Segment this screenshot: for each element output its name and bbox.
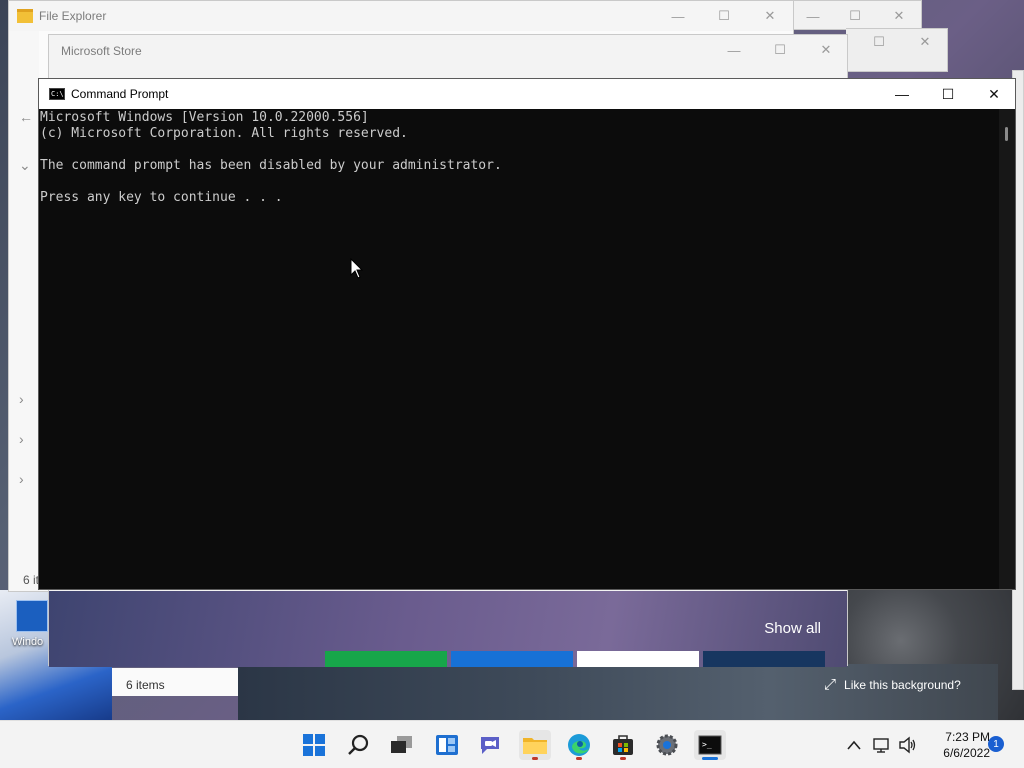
like-background-label: Like this background?: [844, 677, 961, 692]
network-icon: [873, 738, 889, 753]
windows-logo-icon: [303, 734, 325, 756]
minimize-button[interactable]: —: [879, 79, 925, 109]
item-count: 6 items: [112, 668, 238, 696]
chevron-right-icon[interactable]: ›: [19, 471, 24, 487]
running-indicator: [620, 757, 626, 760]
mouse-cursor-icon: [350, 258, 364, 279]
console-line: Press any key to continue . . .: [40, 190, 283, 205]
desktop-app-icon: [16, 600, 48, 632]
maximize-button[interactable]: ☐: [925, 79, 971, 109]
like-background-link[interactable]: ⤢ Like this background?: [824, 676, 961, 693]
window-title: Microsoft Store: [61, 44, 142, 58]
desktop-icon[interactable]: Windo: [12, 600, 52, 660]
running-indicator: [532, 757, 538, 760]
widgets-button[interactable]: [431, 730, 463, 760]
close-button[interactable]: ✕: [747, 1, 793, 31]
notification-badge[interactable]: 1: [988, 736, 1004, 752]
item-count: 6 it: [23, 573, 40, 587]
clock-time: 7:23 PM: [945, 730, 990, 744]
window-title: Command Prompt: [71, 87, 169, 101]
clock-date: 6/6/2022: [943, 746, 990, 760]
minimize-button[interactable]: —: [655, 1, 701, 31]
folder-icon: [17, 9, 33, 23]
task-view-button[interactable]: [386, 730, 418, 760]
store-taskbar-button[interactable]: [607, 730, 639, 760]
settings-taskbar-button[interactable]: [651, 730, 683, 760]
back-arrow-icon[interactable]: ←: [19, 109, 33, 125]
network-button[interactable]: [872, 721, 892, 768]
task-view-icon: [391, 736, 412, 753]
minimize-button[interactable]: —: [790, 1, 836, 31]
cmd-titlebar[interactable]: C:\ Command Prompt: [39, 79, 1015, 109]
edge-icon: [568, 734, 590, 756]
background-window[interactable]: ☐ ✕: [846, 28, 948, 72]
console-output[interactable]: Microsoft Windows [Version 10.0.22000.55…: [39, 109, 999, 589]
store-banner: Show all: [49, 591, 847, 667]
app-tile[interactable]: [325, 651, 447, 667]
console-line: (c) Microsoft Corporation. All rights re…: [40, 126, 408, 141]
taskbar: >_ 7:23 PM 6/6/2022: [0, 720, 1024, 768]
gear-icon: [656, 734, 678, 756]
chat-button[interactable]: [474, 730, 506, 760]
app-tile[interactable]: [577, 651, 699, 667]
close-button[interactable]: ✕: [902, 27, 948, 57]
show-hidden-icons-button[interactable]: [846, 721, 862, 768]
running-indicator: [576, 757, 582, 760]
close-button[interactable]: ✕: [803, 35, 849, 65]
chat-icon: [481, 737, 499, 754]
svg-text:>_: >_: [702, 740, 712, 749]
background-window[interactable]: — ☐ ✕: [790, 0, 922, 30]
app-tile[interactable]: [703, 651, 825, 667]
close-button[interactable]: ✕: [971, 79, 1017, 109]
vertical-scrollbar[interactable]: [999, 109, 1015, 589]
edge-taskbar-button[interactable]: [563, 730, 595, 760]
volume-button[interactable]: [898, 721, 918, 768]
maximize-button[interactable]: ☐: [856, 27, 902, 57]
chevron-right-icon[interactable]: ›: [19, 391, 24, 407]
window-title: File Explorer: [39, 9, 107, 23]
minimize-button[interactable]: —: [711, 35, 757, 65]
search-button[interactable]: [343, 730, 375, 760]
widgets-icon: [436, 735, 458, 755]
active-indicator: [702, 757, 718, 760]
store-icon: [613, 735, 633, 755]
maximize-button[interactable]: ☐: [701, 1, 747, 31]
navigation-pane: ← ⌄ › › ›: [9, 31, 39, 591]
chevron-down-icon[interactable]: ⌄: [19, 157, 31, 174]
terminal-icon: C:\: [49, 88, 65, 100]
search-icon: [348, 734, 369, 755]
volume-icon: [899, 736, 916, 754]
expand-icon: ⤢: [824, 676, 837, 693]
console-line: Microsoft Windows [Version 10.0.22000.55…: [40, 110, 369, 125]
system-clock[interactable]: 7:23 PM 6/6/2022: [920, 729, 990, 761]
command-prompt-taskbar-button[interactable]: >_: [694, 730, 726, 760]
command-prompt-window[interactable]: C:\ Command Prompt — ☐ ✕ Microsoft Windo…: [38, 78, 1016, 590]
file-explorer-taskbar-button[interactable]: [519, 730, 551, 760]
show-all-link[interactable]: Show all: [764, 620, 821, 637]
folder-icon: [523, 738, 547, 754]
scrollbar-thumb[interactable]: [1005, 127, 1008, 141]
chevron-right-icon[interactable]: ›: [19, 431, 24, 447]
chevron-up-icon: [847, 740, 861, 750]
app-tile[interactable]: [451, 651, 573, 667]
desktop-icon-label: Windo: [12, 636, 44, 648]
terminal-icon: >_: [698, 735, 722, 755]
console-line: The command prompt has been disabled by …: [40, 158, 502, 173]
start-button[interactable]: [298, 730, 330, 760]
maximize-button[interactable]: ☐: [757, 35, 803, 65]
